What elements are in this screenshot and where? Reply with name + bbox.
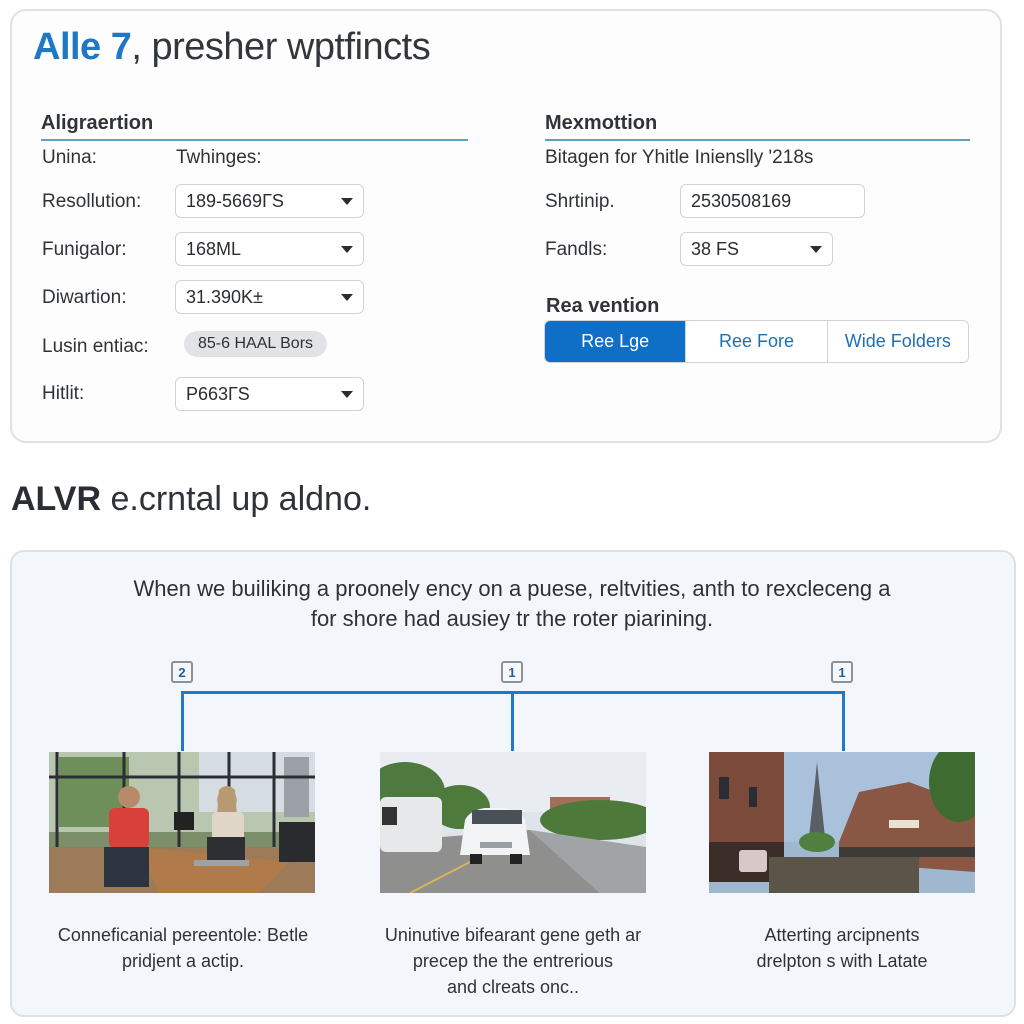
step-badge-1: 2 <box>171 661 193 683</box>
section-title-rest: e.crntal up aldno. <box>101 480 372 518</box>
funigalor-value: 168ML <box>186 238 242 259</box>
caption-3-line-1: Atterting arcipnents <box>764 925 920 945</box>
step-badge-3: 1 <box>831 661 853 683</box>
section-heading-left: Aligraertion <box>41 112 468 141</box>
chevron-down-icon <box>341 245 353 253</box>
field-label-hitlit: Hitlit: <box>42 383 85 404</box>
segment-wide-folders[interactable]: Wide Folders <box>828 321 968 362</box>
diwartion-value: 31.390K± <box>186 286 263 307</box>
office-meeting-photo <box>49 752 315 893</box>
resolution-value: 189-5669ГS <box>186 190 284 211</box>
diwartion-select[interactable]: 31.390K± <box>175 280 364 314</box>
segmented-control: Ree Lge Ree Fore Wide Folders <box>544 320 969 363</box>
caption-2-line-3: and clreats onc.. <box>446 977 580 997</box>
field-label-shrtinip: Shrtinip. <box>545 191 615 212</box>
connector-right <box>842 691 845 751</box>
caption-3: Atterting arcipnents drelpton s with Lat… <box>692 922 992 974</box>
connector-middle <box>511 691 514 751</box>
intro-text: When we builiking a proonely ency on a p… <box>40 574 984 634</box>
field-label-lusin: Lusin entiac: <box>42 336 149 357</box>
section-title: ALVR e.crntal up aldno. <box>11 480 371 519</box>
chevron-down-icon <box>810 245 822 253</box>
fandls-select[interactable]: 38 FS <box>680 232 833 266</box>
app-title: Alle 7, presher wptfincts <box>33 26 431 69</box>
segment-ree-lge[interactable]: Ree Lge <box>545 321 687 362</box>
hitlit-value: P663ГS <box>186 383 250 404</box>
caption-1-line-1: Conneficanial pereentole: Betle <box>57 925 309 945</box>
field-label-funigalor: Funigalor: <box>42 239 127 260</box>
brand-logo: Alle 7 <box>33 26 132 68</box>
chevron-down-icon <box>341 390 353 398</box>
funigalor-select[interactable]: 168ML <box>175 232 364 266</box>
segment-ree-fore[interactable]: Ree Fore <box>686 321 828 362</box>
connector-left <box>181 691 184 751</box>
app-subtitle: , presher wptfincts <box>131 26 431 68</box>
right-subtitle: Bitagen for Yhitle Inienslly '218s <box>545 147 814 168</box>
caption-3-line-2: drelpton s with Latate <box>756 951 928 971</box>
caption-1-line-2: pridjent a actip. <box>121 951 245 971</box>
intro-line-1: When we builiking a proonely ency on a p… <box>133 576 891 601</box>
chevron-down-icon <box>341 293 353 301</box>
eiffel-canal-photo <box>709 752 975 893</box>
column-label-2: Twhinges: <box>176 147 262 168</box>
caption-2-line-1: Uninutive bifearant gene geth ar <box>384 925 642 945</box>
hitlit-select[interactable]: P663ГS <box>175 377 364 411</box>
caption-2-line-2: precep the the entrerious <box>412 951 614 971</box>
caption-2: Uninutive bifearant gene geth ar precep … <box>363 922 663 1000</box>
step-badge-2: 1 <box>501 661 523 683</box>
resolution-select[interactable]: 189-5669ГS <box>175 184 364 218</box>
settings-card <box>10 9 1002 443</box>
lusin-badge: 85-6 HAAL Bors <box>184 331 328 357</box>
segment-heading: Rea vention <box>546 295 660 317</box>
section-title-bold: ALVR <box>11 480 102 518</box>
intro-line-2: for shore had ausiey tr the roter piarin… <box>310 606 714 631</box>
column-label-1: Unina: <box>42 147 97 168</box>
shrtinip-input[interactable]: 2530508169 <box>680 184 865 218</box>
fandls-value: 38 FS <box>691 238 740 259</box>
field-label-resolution: Resollution: <box>42 191 142 212</box>
section-heading-right: Mexmottion <box>545 112 970 141</box>
field-label-diwartion: Diwartion: <box>42 287 127 308</box>
shrtinip-value: 2530508169 <box>691 190 792 211</box>
field-label-fandls: Fandls: <box>545 239 608 260</box>
chevron-down-icon <box>341 197 353 205</box>
caption-1: Conneficanial pereentole: Betle pridjent… <box>33 922 333 974</box>
road-car-photo <box>380 752 646 893</box>
